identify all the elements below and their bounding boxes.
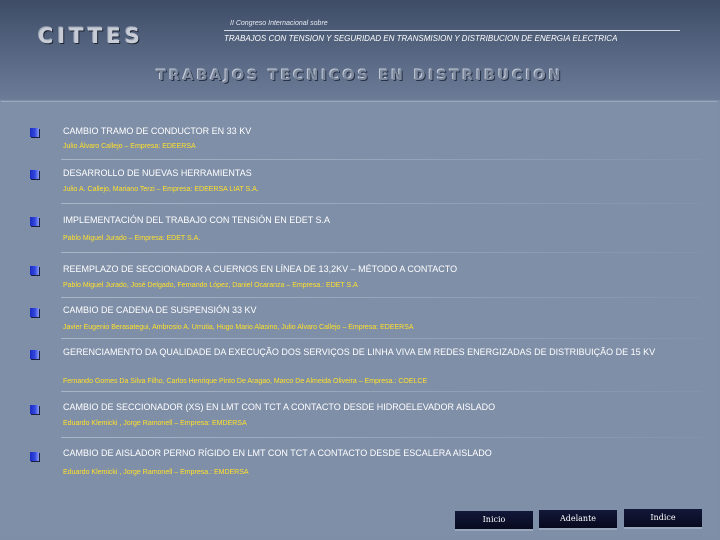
bullet-icon [30,350,39,359]
paper-authors: Eduardo Klemicki , Jorge Ramonell – Empr… [63,469,249,476]
inicio-button[interactable]: Inicio [455,511,533,531]
bullet-icon [30,266,39,275]
divider [61,391,701,392]
congress-subtitle: TRABAJOS CON TENSION Y SEGURIDAD EN TRAN… [224,34,618,43]
paper-title[interactable]: CAMBIO DE SECCIONADOR (XS) EN LMT CON TC… [63,402,688,413]
paper-authors: Pablo Miguel Jurado, José Delgado, Ferna… [63,282,358,289]
divider [61,159,701,160]
paper-authors: Pablo Miguel Jurado – Empresa: EDET S.A. [63,235,201,242]
paper-authors: Javier Eugenio Berasategui, Ambrosio A. … [63,324,414,331]
indice-button[interactable]: Indice [624,509,702,529]
page-title: TRABAJOS TECNICOS EN DISTRIBUCION [156,68,564,84]
paper-authors: Julio A. Callejo, Mariano Terzi – Empres… [63,186,259,193]
divider [61,203,701,204]
paper-title[interactable]: CAMBIO TRAMO DE CONDUCTOR EN 33 KV [63,126,688,137]
header-banner: CITTES II Congreso Internacional sobre T… [0,0,720,100]
congress-line: II Congreso Internacional sobre [230,20,328,27]
paper-title[interactable]: GERENCIAMENTO DA QUALIDADE DA EXECUÇÃO D… [63,347,688,358]
brand-logo: CITTES [38,24,144,48]
bullet-icon [30,128,39,137]
paper-title[interactable]: IMPLEMENTACIÓN DEL TRABAJO CON TENSIÓN E… [63,215,688,226]
divider [61,297,701,298]
divider [61,437,701,438]
bullet-icon [30,308,39,317]
paper-title[interactable]: DESARROLLO DE NUEVAS HERRAMIENTAS [63,168,688,179]
papers-list: CAMBIO TRAMO DE CONDUCTOR EN 33 KV Julio… [1,101,717,535]
paper-authors: Fernando Gomes Da Silva Filho, Carlos He… [63,378,428,385]
paper-title[interactable]: REEMPLAZO DE SECCIONADOR A CUERNOS EN LÍ… [63,264,688,275]
bullet-icon [30,217,39,226]
divider [61,338,701,339]
header-divider [224,30,680,31]
adelante-button[interactable]: Adelante [539,510,617,530]
paper-title[interactable]: CAMBIO DE AISLADOR PERNO RÍGIDO EN LMT C… [63,448,688,459]
bullet-icon [30,170,39,179]
paper-authors: Julio Álvaro Callejo – Empresa: EDEERSA [63,143,196,150]
paper-authors: Eduardo Klemicki , Jorge Ramonell – Empr… [63,420,247,427]
divider [61,252,701,253]
bullet-icon [30,405,39,414]
paper-title[interactable]: CAMBIO DE CADENA DE SUSPENSIÓN 33 KV [63,305,688,316]
bullet-icon [30,452,39,461]
